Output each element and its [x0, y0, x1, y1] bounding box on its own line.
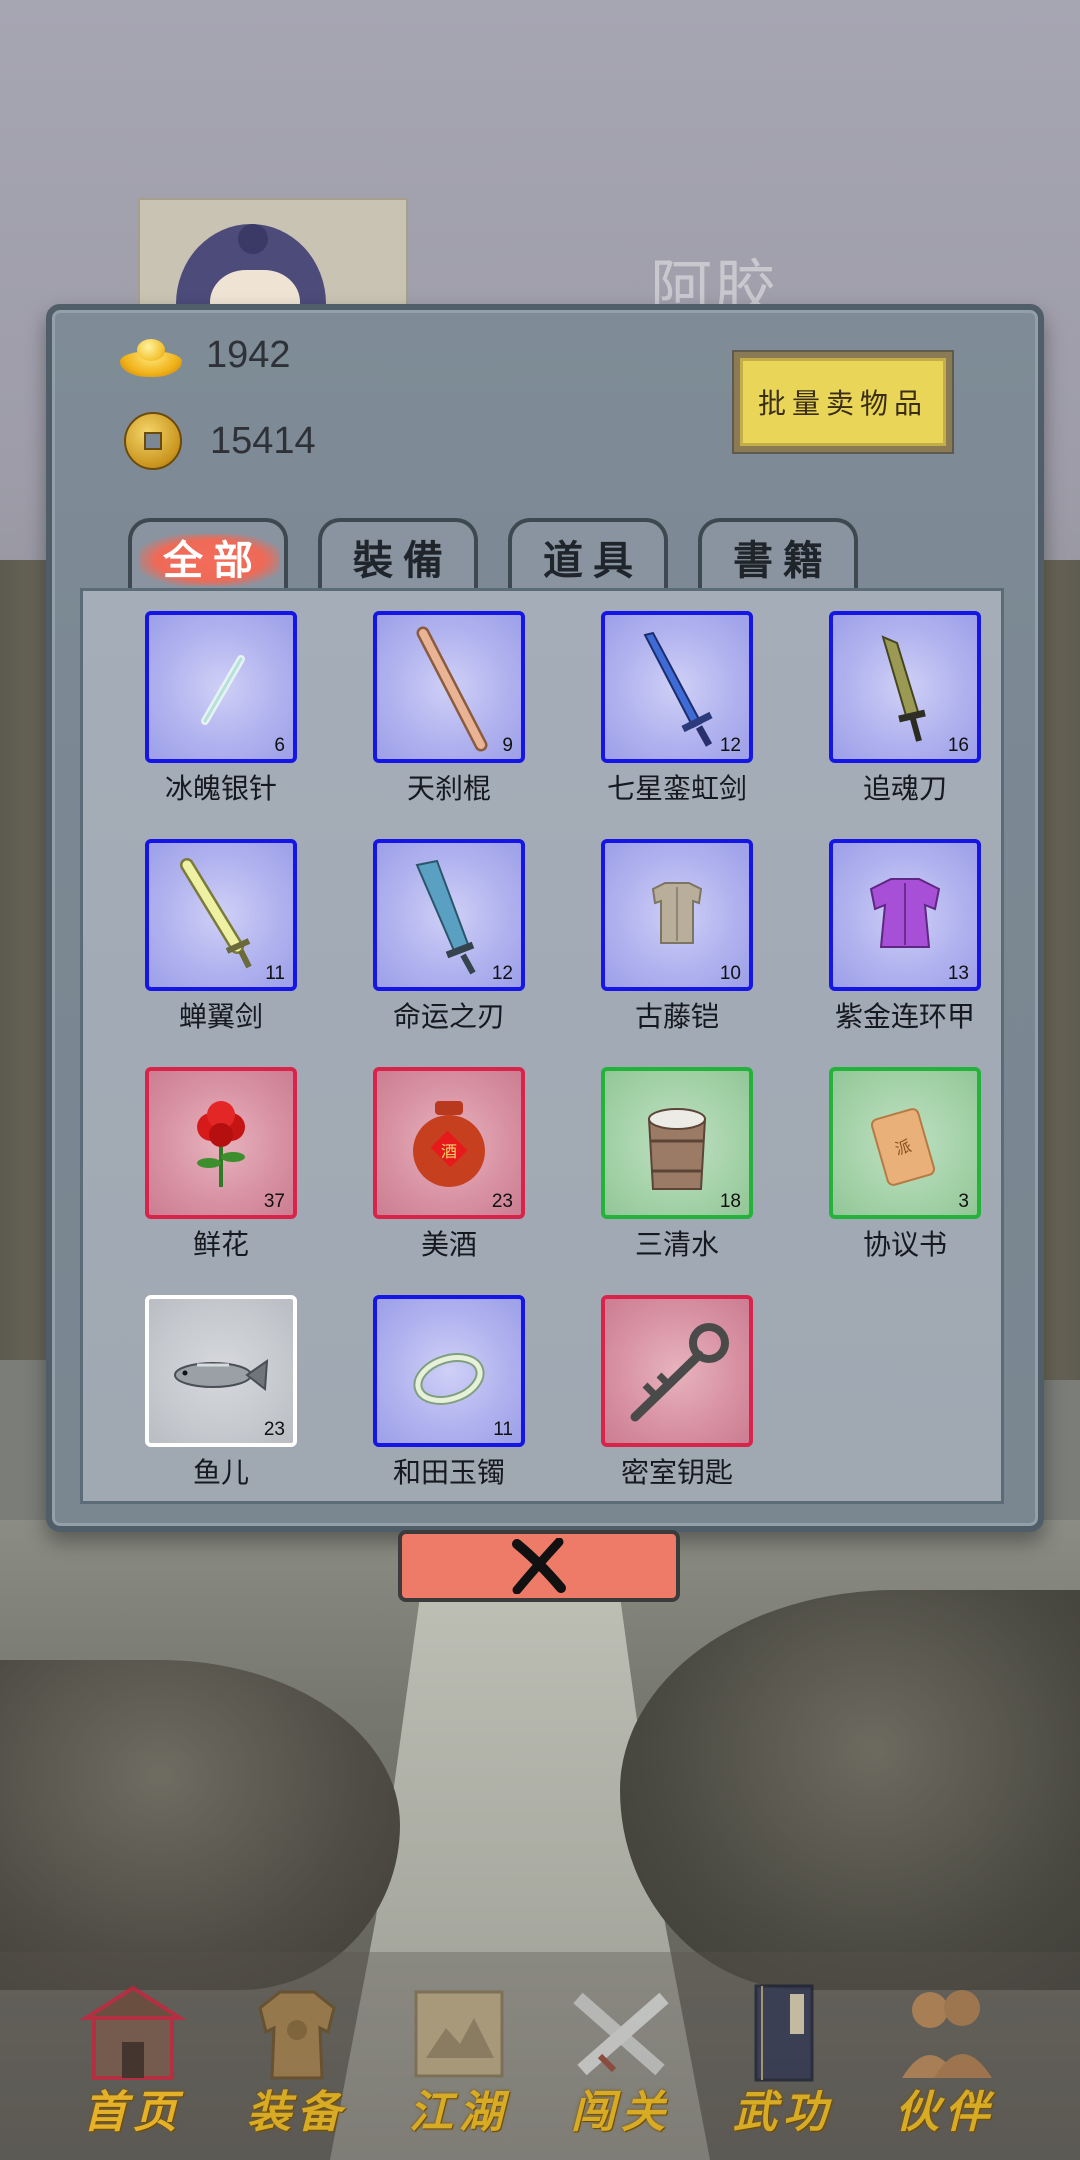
inventory-item[interactable]: 密室钥匙 — [579, 1295, 759, 1495]
gold-ingot-icon — [120, 335, 182, 377]
gold-balance: 1942 — [120, 334, 291, 377]
crossed-swords-icon — [573, 1992, 669, 2076]
nav-equipment[interactable]: 装备 — [222, 1972, 372, 2142]
coin-balance: 15414 — [120, 412, 316, 470]
copper-coin-icon — [124, 412, 182, 470]
inventory-item[interactable]: 派 3 协议书 — [807, 1067, 987, 1267]
inventory-item[interactable]: 16 追魂刀 — [807, 611, 987, 811]
nav-home[interactable]: 首页 — [58, 1972, 208, 2142]
bulk-sell-button[interactable]: 批量卖物品 — [732, 350, 954, 454]
key-icon — [630, 1323, 729, 1422]
avatar[interactable] — [138, 198, 408, 320]
inventory-dialog: 1942 15414 批量卖物品 全部 裝備 道具 書籍 6 冰魄银针 9 天刹… — [46, 304, 1044, 1532]
inventory-item[interactable]: 11 和田玉镯 — [351, 1295, 531, 1495]
inventory-item[interactable]: 11 蝉翼剑 — [123, 839, 303, 1039]
bottom-nav: 首页 装备 江湖 闯关 武功 伙伴 — [0, 1952, 1080, 2160]
scroll-map-icon — [414, 1990, 504, 2078]
svg-text:酒: 酒 — [441, 1142, 457, 1161]
close-button[interactable] — [398, 1530, 680, 1602]
book-icon — [754, 1984, 814, 2082]
inventory-item[interactable]: 酒 23 美酒 — [351, 1067, 531, 1267]
staff-icon — [416, 626, 488, 752]
nav-martial-arts[interactable]: 武功 — [708, 1972, 858, 2142]
tab-all[interactable]: 全部 — [128, 518, 288, 592]
tab-props[interactable]: 道具 — [508, 518, 668, 592]
document-icon: 派 — [870, 1108, 936, 1186]
inventory-item[interactable]: 18 三清水 — [579, 1067, 759, 1267]
inventory-item[interactable]: 12 命运之刃 — [351, 839, 531, 1039]
companions-icon — [902, 1990, 992, 2078]
close-icon — [512, 1538, 566, 1594]
tab-books[interactable]: 書籍 — [698, 518, 858, 592]
inventory-item[interactable]: 10 古藤铠 — [579, 839, 759, 1039]
nav-challenge[interactable]: 闯关 — [546, 1972, 696, 2142]
inventory-tabs: 全部 裝備 道具 書籍 — [128, 518, 858, 592]
inventory-item[interactable]: 23 鱼儿 — [123, 1295, 303, 1495]
needle-icon — [201, 655, 245, 725]
inventory-item[interactable]: 12 七星銮虹剑 — [579, 611, 759, 811]
inventory-item[interactable]: 37 鲜花 — [123, 1067, 303, 1267]
nav-jianghu[interactable]: 江湖 — [384, 1972, 534, 2142]
tab-equipment[interactable]: 裝備 — [318, 518, 478, 592]
house-icon — [79, 1985, 187, 2080]
gold-amount: 1942 — [206, 334, 291, 376]
item-grid: 6 冰魄银针 9 天刹棍 12 七星銮虹剑 16 追魂刀 11 蝉翼剑 12 命… — [80, 588, 1004, 1504]
inventory-item[interactable]: 9 天刹棍 — [351, 611, 531, 811]
inventory-item[interactable]: 6 冰魄银针 — [123, 611, 303, 811]
inventory-item[interactable]: 13 紫金连环甲 — [807, 839, 987, 1039]
armor-icon — [258, 1990, 336, 2080]
nav-companions[interactable]: 伙伴 — [870, 1972, 1020, 2142]
coin-amount: 15414 — [210, 419, 316, 462]
